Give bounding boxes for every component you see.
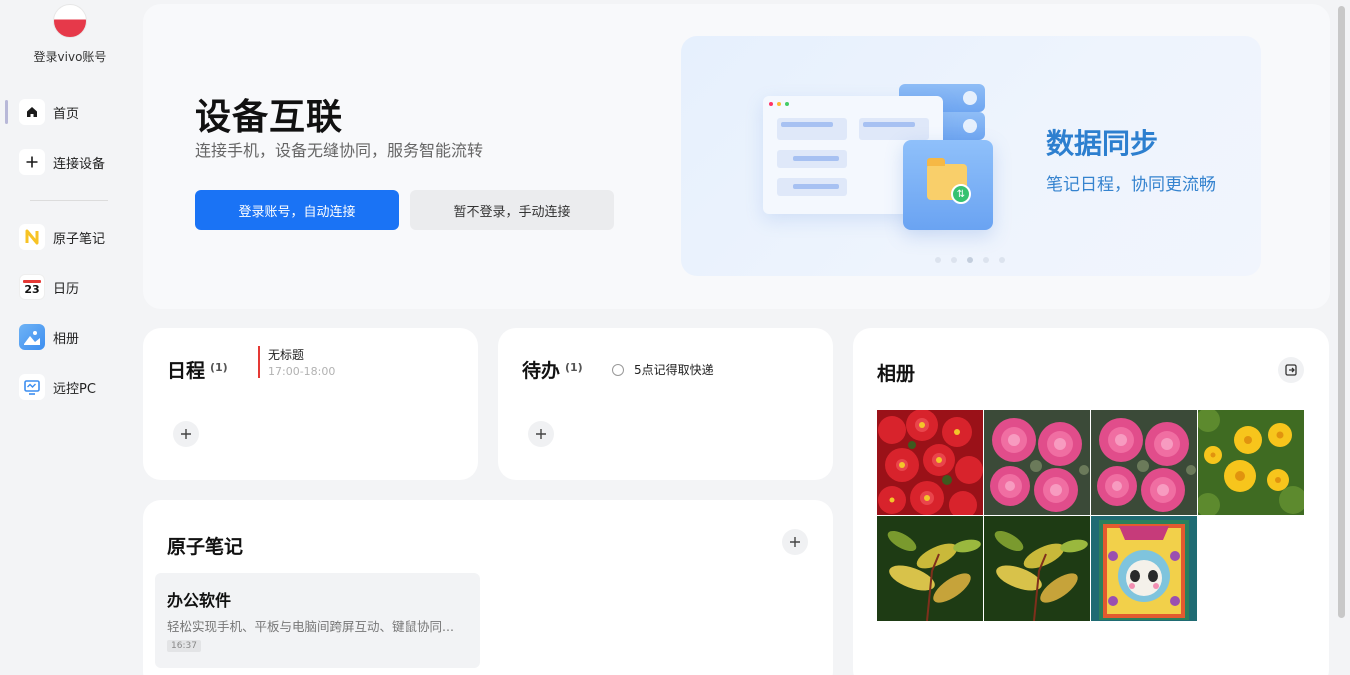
todo-title: 待办: [522, 360, 561, 382]
sidebar-item-label: 首页: [53, 106, 80, 122]
sidebar-item-home[interactable]: 首页: [0, 94, 140, 130]
illustration-folder-card: ⇅: [903, 140, 993, 230]
note-item[interactable]: 办公软件 轻松实现手机、平板与电脑间跨屏互动、键鼠协同... 16:37: [155, 573, 480, 668]
notes-title: 原子笔记: [167, 536, 244, 558]
sidebar-item-atom-notes[interactable]: 原子笔记: [0, 219, 140, 255]
hero-card: 设备互联 连接手机，设备无缝协同，服务智能流转 登录账号，自动连接 暂不登录，手…: [143, 4, 1330, 309]
plus-icon: [181, 429, 191, 439]
sidebar-divider: [30, 200, 108, 201]
feature-banner[interactable]: ⇅ 数据同步 笔记日程，协同更流畅: [681, 36, 1261, 276]
manual-connect-button[interactable]: 暂不登录，手动连接: [410, 190, 614, 230]
carousel-dots: [935, 257, 1005, 263]
album-photo-green-leaves[interactable]: [984, 516, 1090, 621]
note-timestamp: 16:37: [167, 640, 201, 652]
login-auto-connect-button[interactable]: 登录账号，自动连接: [195, 190, 399, 230]
sidebar-item-calendar[interactable]: 23 日历: [0, 269, 140, 305]
sidebar-item-label: 远控PC: [53, 381, 96, 397]
event-time: 17:00-18:00: [268, 365, 336, 378]
album-open-button[interactable]: [1278, 357, 1304, 383]
avatar[interactable]: [53, 4, 87, 38]
todo-count: (1): [565, 361, 583, 374]
carousel-dot[interactable]: [951, 257, 957, 263]
plus-icon: [536, 429, 546, 439]
schedule-card: 日程 (1) 无标题 17:00-18:00: [143, 328, 478, 480]
album-photo-pink-rose[interactable]: [1091, 410, 1197, 515]
sidebar-item-label: 连接设备: [53, 156, 106, 172]
banner-title: 数据同步: [1046, 127, 1159, 160]
home-icon: [19, 99, 45, 125]
carousel-dot[interactable]: [999, 257, 1005, 263]
album-photo-yellow-coreopsis[interactable]: [1198, 410, 1304, 515]
album-title: 相册: [877, 363, 916, 385]
event-title: 无标题: [268, 348, 305, 362]
album-photo-colorful-painting[interactable]: [1091, 516, 1197, 621]
add-schedule-button[interactable]: [173, 421, 199, 447]
todo-item-text: 5点记得取快递: [634, 363, 714, 377]
hero-subtitle: 连接手机，设备无缝协同，服务智能流转: [195, 141, 484, 160]
account-login-label[interactable]: 登录vivo账号: [0, 48, 140, 65]
sidebar-item-album[interactable]: 相册: [0, 319, 140, 355]
carousel-dot[interactable]: [935, 257, 941, 263]
sidebar-item-connect-device[interactable]: 连接设备: [0, 144, 140, 180]
todo-item[interactable]: 5点记得取快递: [612, 361, 714, 378]
add-note-button[interactable]: [782, 529, 808, 555]
carousel-dot[interactable]: [983, 257, 989, 263]
add-todo-button[interactable]: [528, 421, 554, 447]
open-external-icon: [1285, 364, 1297, 376]
scrollbar-thumb[interactable]: [1338, 6, 1345, 618]
schedule-count: (1): [210, 361, 228, 374]
remote-pc-icon: [19, 374, 45, 400]
todo-checkbox[interactable]: [612, 363, 624, 376]
plus-icon: [19, 149, 45, 175]
sidebar-item-label: 相册: [53, 331, 80, 347]
carousel-dot-active[interactable]: [967, 257, 973, 263]
schedule-title: 日程: [167, 360, 206, 382]
plus-icon: [790, 537, 800, 547]
todo-card: 待办 (1) 5点记得取快递: [498, 328, 833, 480]
hero-title: 设备互联: [195, 97, 344, 138]
album-card: 相册: [853, 328, 1329, 675]
calendar-icon: 23: [19, 274, 45, 300]
sidebar-item-label: 日历: [53, 281, 80, 297]
album-photo-pink-rose[interactable]: [984, 410, 1090, 515]
sidebar-item-label: 原子笔记: [53, 231, 106, 247]
album-photo-red-begonia[interactable]: [877, 410, 983, 515]
banner-subtitle: 笔记日程，协同更流畅: [1046, 175, 1216, 195]
sidebar: 登录vivo账号 首页 连接设备 原子笔记 23 日历 相册 远控PC: [0, 0, 140, 675]
sync-icon: ⇅: [951, 184, 971, 204]
album-photo-green-leaves[interactable]: [877, 516, 983, 621]
note-preview: 轻松实现手机、平板与电脑间跨屏互动、键鼠协同...: [167, 619, 454, 634]
atom-notes-icon: [19, 224, 45, 250]
sidebar-item-remote-pc[interactable]: 远控PC: [0, 369, 140, 405]
schedule-event[interactable]: 无标题 17:00-18:00: [258, 346, 335, 378]
album-icon: [19, 324, 45, 350]
calendar-icon-day: 23: [24, 282, 40, 296]
notes-card: 原子笔记 办公软件 轻松实现手机、平板与电脑间跨屏互动、键鼠协同... 16:3…: [143, 500, 833, 675]
note-title: 办公软件: [167, 591, 232, 610]
